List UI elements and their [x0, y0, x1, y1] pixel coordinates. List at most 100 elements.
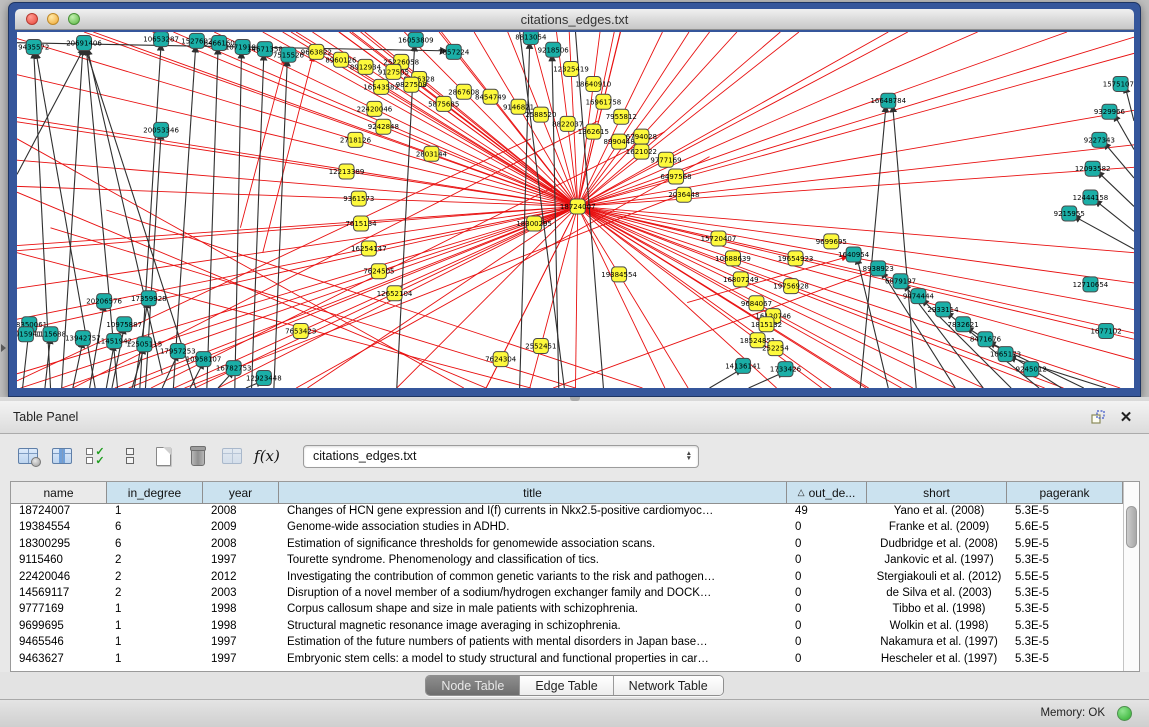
- table-cell[interactable]: Tourette syndrome. Phenomenology and cla…: [279, 553, 787, 569]
- table-cell[interactable]: 18300295: [11, 537, 107, 553]
- table-cell[interactable]: 1: [107, 652, 203, 668]
- table-cell[interactable]: 19384554: [11, 520, 107, 536]
- tab-network-table[interactable]: Network Table: [614, 676, 723, 695]
- table-cell[interactable]: 5.3E-5: [1007, 504, 1123, 520]
- table-cell[interactable]: 1997: [203, 652, 279, 668]
- table-row[interactable]: 2242004622012Investigating the contribut…: [11, 570, 1139, 586]
- show-columns-button[interactable]: [48, 443, 75, 470]
- table-cell[interactable]: Estimation of significance thresholds fo…: [279, 537, 787, 553]
- table-cell[interactable]: 0: [787, 635, 867, 651]
- tab-node-table[interactable]: Node Table: [426, 676, 520, 695]
- table-row[interactable]: 977716911998Corpus callosum shape and si…: [11, 602, 1139, 618]
- table-cell[interactable]: 1998: [203, 602, 279, 618]
- table-cell[interactable]: 0: [787, 586, 867, 602]
- table-row[interactable]: 1938455462009Genome-wide association stu…: [11, 520, 1139, 536]
- table-cell[interactable]: 2003: [203, 586, 279, 602]
- panel-splitter[interactable]: [0, 397, 1149, 401]
- function-builder-button[interactable]: f(x): [252, 447, 282, 465]
- table-selector[interactable]: citations_edges.txt ▲▼: [303, 445, 699, 468]
- table-cell[interactable]: 0: [787, 619, 867, 635]
- window-titlebar[interactable]: citations_edges.txt: [15, 9, 1134, 30]
- table-cell[interactable]: 9463627: [11, 652, 107, 668]
- table-cell[interactable]: de Silva et al. (2003): [867, 586, 1007, 602]
- new-column-button[interactable]: [150, 443, 177, 470]
- table-cell[interactable]: 0: [787, 570, 867, 586]
- table-cell[interactable]: Wolkin et al. (1998): [867, 619, 1007, 635]
- table-cell[interactable]: Franke et al. (2009): [867, 520, 1007, 536]
- table-cell[interactable]: 2012: [203, 570, 279, 586]
- table-cell[interactable]: 0: [787, 602, 867, 618]
- column-header-short[interactable]: short: [867, 482, 1007, 503]
- network-canvas[interactable]: 9435572206914061065328715276026466160107…: [17, 32, 1134, 388]
- table-cell[interactable]: 1: [107, 504, 203, 520]
- table-cell[interactable]: 1: [107, 619, 203, 635]
- table-cell[interactable]: 18724007: [11, 504, 107, 520]
- table-cell[interactable]: Hescheler et al. (1997): [867, 652, 1007, 668]
- table-cell[interactable]: 2: [107, 570, 203, 586]
- table-cell[interactable]: Embryonic stem cells: a model to study s…: [279, 652, 787, 668]
- table-cell[interactable]: 6: [107, 520, 203, 536]
- delete-column-button[interactable]: [184, 443, 211, 470]
- table-settings-button[interactable]: [14, 443, 41, 470]
- table-cell[interactable]: 5.3E-5: [1007, 619, 1123, 635]
- table-cell[interactable]: 5.3E-5: [1007, 553, 1123, 569]
- table-cell[interactable]: 5.6E-5: [1007, 520, 1123, 536]
- table-row[interactable]: 1872400712008Changes of HCN gene express…: [11, 504, 1139, 520]
- table-cell[interactable]: 5.3E-5: [1007, 586, 1123, 602]
- citation-network-graph[interactable]: 9435572206914061065328715276026466160107…: [17, 32, 1134, 388]
- table-row[interactable]: 911546021997Tourette syndrome. Phenomeno…: [11, 553, 1139, 569]
- table-cell[interactable]: 1997: [203, 553, 279, 569]
- table-cell[interactable]: Disruption of a novel member of a sodium…: [279, 586, 787, 602]
- table-row[interactable]: 1456911722003Disruption of a novel membe…: [11, 586, 1139, 602]
- select-all-button[interactable]: ✓ ✓: [82, 443, 109, 470]
- table-cell[interactable]: 9777169: [11, 602, 107, 618]
- table-cell[interactable]: 9465546: [11, 635, 107, 651]
- table-cell[interactable]: 2008: [203, 504, 279, 520]
- table-cell[interactable]: 1998: [203, 619, 279, 635]
- table-cell[interactable]: 5.9E-5: [1007, 537, 1123, 553]
- close-panel-icon[interactable]: ✕: [1116, 408, 1136, 426]
- table-cell[interactable]: 0: [787, 537, 867, 553]
- column-header-pagerank[interactable]: pagerank: [1007, 482, 1123, 503]
- table-cell[interactable]: 5.3E-5: [1007, 602, 1123, 618]
- table-cell[interactable]: 1: [107, 602, 203, 618]
- table-cell[interactable]: Changes of HCN gene expression and I(f) …: [279, 504, 787, 520]
- table-cell[interactable]: 5.3E-5: [1007, 652, 1123, 668]
- clear-selection-button[interactable]: [116, 443, 143, 470]
- column-header-name[interactable]: name: [11, 482, 107, 503]
- table-cell[interactable]: 5.3E-5: [1007, 635, 1123, 651]
- table-cell[interactable]: Yano et al. (2008): [867, 504, 1007, 520]
- panel-collapse-marker[interactable]: [1, 344, 6, 352]
- column-header-year[interactable]: year: [203, 482, 279, 503]
- float-panel-icon[interactable]: [1088, 408, 1108, 426]
- table-cell[interactable]: 2: [107, 553, 203, 569]
- table-cell[interactable]: Tibbo et al. (1998): [867, 602, 1007, 618]
- table-cell[interactable]: Estimation of the future numbers of pati…: [279, 635, 787, 651]
- table-cell[interactable]: 2009: [203, 520, 279, 536]
- column-header-out_de[interactable]: △out_de...: [787, 482, 867, 503]
- column-header-in_degree[interactable]: in_degree: [107, 482, 203, 503]
- table-cell[interactable]: 6: [107, 537, 203, 553]
- table-cell[interactable]: Dudbridge et al. (2008): [867, 537, 1007, 553]
- table-cell[interactable]: 0: [787, 553, 867, 569]
- table-cell[interactable]: 1: [107, 635, 203, 651]
- tab-edge-table[interactable]: Edge Table: [520, 676, 613, 695]
- table-cell[interactable]: 22420046: [11, 570, 107, 586]
- table-cell[interactable]: Nakamura et al. (1997): [867, 635, 1007, 651]
- table-cell[interactable]: 9115460: [11, 553, 107, 569]
- table-cell[interactable]: Structural magnetic resonance image aver…: [279, 619, 787, 635]
- table-row[interactable]: 1830029562008Estimation of significance …: [11, 537, 1139, 553]
- table-cell[interactable]: 1997: [203, 635, 279, 651]
- table-cell[interactable]: Corpus callosum shape and size in male p…: [279, 602, 787, 618]
- table-scrollbar[interactable]: [1123, 482, 1139, 671]
- table-cell[interactable]: 0: [787, 652, 867, 668]
- table-cell[interactable]: 2008: [203, 537, 279, 553]
- table-cell[interactable]: Jankovic et al. (1997): [867, 553, 1007, 569]
- table-cell[interactable]: 0: [787, 520, 867, 536]
- delete-table-button[interactable]: [218, 443, 245, 470]
- table-row[interactable]: 946362711997Embryonic stem cells: a mode…: [11, 652, 1139, 668]
- table-cell[interactable]: 49: [787, 504, 867, 520]
- table-cell[interactable]: Investigating the contribution of common…: [279, 570, 787, 586]
- column-header-title[interactable]: title: [279, 482, 787, 503]
- table-cell[interactable]: 9699695: [11, 619, 107, 635]
